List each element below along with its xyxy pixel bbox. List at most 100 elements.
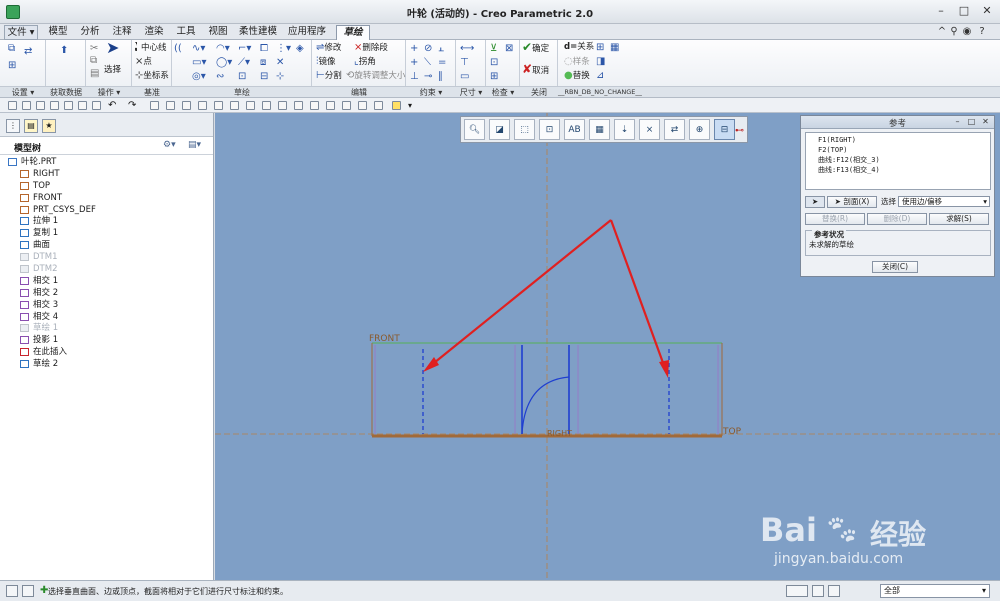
- parallel-constraint-icon[interactable]: ∥: [438, 71, 443, 82]
- measure-icon[interactable]: [246, 101, 255, 110]
- baseline-dimension-icon[interactable]: ▭: [460, 71, 469, 82]
- wireframe-icon[interactable]: [310, 101, 319, 110]
- sketch-options-icon[interactable]: ⊿: [596, 70, 604, 81]
- select-reference-button[interactable]: ➤: [805, 196, 825, 208]
- save-as-icon[interactable]: [64, 101, 73, 110]
- overlap-icon[interactable]: ⊻: [490, 43, 497, 54]
- show-browser-icon[interactable]: [22, 585, 34, 597]
- dimension-display-icon[interactable]: ⇄: [664, 119, 685, 140]
- shading-icon[interactable]: [326, 101, 335, 110]
- coincident-constraint-icon[interactable]: ⊸: [424, 71, 432, 82]
- saved-views-icon[interactable]: [358, 101, 367, 110]
- tab-analysis[interactable]: 分析: [76, 25, 104, 40]
- tab-tools[interactable]: 工具: [172, 25, 200, 40]
- tab-render[interactable]: 渲染: [140, 25, 168, 40]
- palette-icon[interactable]: ◈: [296, 43, 304, 54]
- tab-sketch[interactable]: 草绘: [336, 25, 370, 40]
- folder-browser-tab-icon[interactable]: ▤: [24, 119, 38, 133]
- tree-settings-icon[interactable]: ⚙▾: [163, 140, 176, 151]
- annotation-display-icon[interactable]: AB: [564, 119, 585, 140]
- normal-dimension-icon[interactable]: ⟷: [460, 43, 474, 54]
- find-icon[interactable]: [812, 585, 824, 597]
- dialog-close-icon[interactable]: ✕: [981, 117, 990, 126]
- table-icon[interactable]: ▦: [610, 42, 619, 53]
- tab-flexible-modeling[interactable]: 柔性建模: [235, 25, 281, 40]
- sketch-edge-icon[interactable]: ⊟: [260, 71, 268, 82]
- tangent-constraint-icon[interactable]: ⊘: [424, 43, 432, 54]
- help-icon[interactable]: ?: [976, 26, 988, 38]
- equal-constraint-icon[interactable]: =: [438, 57, 446, 68]
- constraint-display-icon[interactable]: ⨯: [639, 119, 660, 140]
- zoom-window-icon[interactable]: 🔍︎: [464, 119, 485, 140]
- undo-icon[interactable]: ↶: [108, 101, 117, 111]
- tree-item[interactable]: DTM1: [0, 251, 213, 263]
- zoom-out-icon[interactable]: [214, 101, 223, 110]
- tree-item[interactable]: 拉伸 1: [0, 215, 213, 227]
- horizontal-constraint-icon[interactable]: +: [410, 57, 418, 68]
- cut-icon[interactable]: ✂: [90, 43, 98, 54]
- feature-requirements-icon[interactable]: ⊞: [490, 71, 498, 82]
- section-button[interactable]: ➤ 剖面(X): [827, 196, 877, 208]
- replace-reference-button[interactable]: 替换(R): [805, 213, 865, 225]
- show-navigator-icon[interactable]: [6, 585, 18, 597]
- relations-button[interactable]: d=关系: [564, 42, 594, 53]
- point-button[interactable]: ×点: [135, 56, 152, 68]
- reference-item[interactable]: 曲线:F13(相交_4): [818, 165, 990, 175]
- dialog-minimize-icon[interactable]: –: [953, 117, 962, 126]
- tree-item[interactable]: 复制 1: [0, 227, 213, 239]
- datum-display-icon[interactable]: ⊡: [539, 119, 560, 140]
- selection-filter-dropdown[interactable]: 全部 ▾: [880, 584, 990, 598]
- vertical-constraint-icon[interactable]: +: [410, 43, 418, 54]
- modify-button[interactable]: ⇌修改: [316, 42, 341, 54]
- sketch-view-icon[interactable]: ⇄: [24, 46, 32, 57]
- csys-button[interactable]: ⊹坐标系: [135, 70, 169, 82]
- divide-button[interactable]: ⊢分割: [316, 70, 342, 82]
- tree-item[interactable]: 在此插入: [0, 346, 213, 358]
- offset-icon[interactable]: ⧠: [260, 43, 268, 54]
- save-icon[interactable]: [50, 101, 59, 110]
- tree-item[interactable]: 相交 4: [0, 311, 213, 323]
- rotate-resize-button[interactable]: ⟲旋转调整大小: [346, 70, 405, 82]
- text-icon[interactable]: ✕: [276, 57, 284, 68]
- setup-group-label[interactable]: 设置 ▾: [0, 87, 46, 98]
- tree-item[interactable]: 投影 1: [0, 334, 213, 346]
- select-arrow-icon[interactable]: ➤: [106, 40, 119, 56]
- close-window-button[interactable]: ✕: [976, 3, 998, 19]
- search-icon[interactable]: ⚲: [948, 26, 960, 38]
- hidden-line-icon[interactable]: [294, 101, 303, 110]
- tree-item[interactable]: 相交 1: [0, 275, 213, 287]
- file-system-icon[interactable]: ⬆: [60, 45, 68, 56]
- constrain-group-label[interactable]: 约束 ▾: [406, 87, 456, 98]
- fillet-icon[interactable]: ⌐▾: [238, 43, 251, 54]
- open-icon[interactable]: [22, 101, 31, 110]
- paste-icon[interactable]: ▤: [90, 68, 99, 79]
- vertex-display-icon[interactable]: ⇣: [614, 119, 635, 140]
- solve-button[interactable]: 求解(S): [929, 213, 989, 225]
- display-style-icon[interactable]: ⬚: [514, 119, 535, 140]
- sample-button[interactable]: ◌样条: [564, 56, 590, 68]
- regenerate-icon[interactable]: [92, 101, 101, 110]
- new-icon[interactable]: [8, 101, 17, 110]
- appearance-icon[interactable]: [392, 101, 401, 110]
- operations-group-label[interactable]: 操作 ▾: [86, 87, 132, 98]
- open-folder-icon[interactable]: [36, 101, 45, 110]
- tab-applications[interactable]: 应用程序: [284, 25, 330, 40]
- tab-view[interactable]: 视图: [204, 25, 232, 40]
- tree-item[interactable]: 叶轮.PRT: [0, 156, 213, 168]
- pick-from-list-icon[interactable]: [828, 585, 840, 597]
- select-button[interactable]: 选择: [104, 65, 121, 76]
- tree-item[interactable]: 草绘 2: [0, 358, 213, 370]
- close-window-icon[interactable]: [166, 101, 175, 110]
- thicken-icon[interactable]: ⧈: [260, 57, 266, 68]
- tree-item[interactable]: FRONT: [0, 192, 213, 204]
- zoom-in-icon[interactable]: [198, 101, 207, 110]
- corner-button[interactable]: ⌞拐角: [354, 56, 376, 68]
- shaded-edges-icon[interactable]: [342, 101, 351, 110]
- point-display-icon[interactable]: ⊷: [729, 121, 750, 142]
- favorites-tab-icon[interactable]: ★: [42, 119, 56, 133]
- chamfer-icon[interactable]: ⟋▾: [238, 57, 250, 68]
- ellipse-icon[interactable]: ◯▾: [216, 57, 232, 68]
- sketch-view-icon[interactable]: ◪: [489, 119, 510, 140]
- tree-item[interactable]: 相交 3: [0, 299, 213, 311]
- minimize-ribbon-icon[interactable]: ^: [936, 26, 948, 38]
